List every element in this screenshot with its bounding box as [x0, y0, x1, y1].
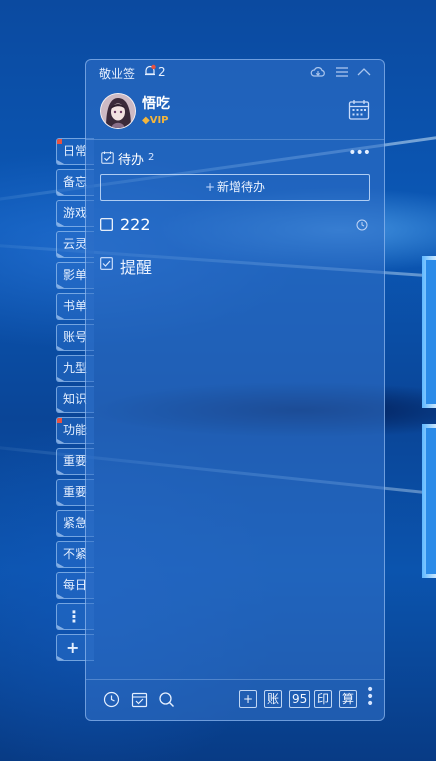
title-bar: 敬业签 2 [86, 60, 384, 86]
bell-icon[interactable] [143, 64, 157, 78]
red-flag-icon [57, 139, 62, 144]
avatar[interactable] [100, 93, 136, 129]
more-vertical-icon[interactable]: • • • [366, 683, 374, 711]
tab-label: 影单 [63, 268, 88, 282]
account-button[interactable]: 账 [264, 690, 283, 708]
checkbox-unchecked[interactable] [100, 218, 113, 231]
cloud-sync-icon[interactable] [310, 65, 326, 79]
todo-item[interactable]: 提醒 [100, 254, 368, 277]
tab-label: 云灵 [63, 237, 88, 251]
user-header: 悟吃 ◆VIP [86, 86, 384, 140]
notification-count: 2 [158, 65, 166, 79]
username: 悟吃 [142, 96, 170, 112]
plus-icon: + [204, 180, 216, 194]
tab-label: 重要 [63, 485, 88, 499]
search-icon[interactable] [158, 691, 175, 708]
vip-label: VIP [149, 115, 169, 126]
tab-label: 知识 [63, 392, 88, 406]
print-button[interactable]: 印 [314, 690, 333, 708]
tab-label: 备忘 [63, 175, 88, 189]
bottom-toolbar: + 账 95 印 算 • • • [86, 679, 384, 720]
checkbox-checked[interactable] [100, 257, 113, 270]
add-todo-button[interactable]: + 新增待办 [100, 174, 370, 201]
vip-badge: ◆VIP [142, 115, 169, 126]
red-flag-icon [57, 418, 62, 423]
app-title: 敬业签 [99, 67, 136, 81]
tab-label: 日常 [63, 144, 88, 158]
tab-label: 账号 [63, 330, 88, 344]
todo-calendar-check-icon [101, 151, 114, 164]
menu-icon[interactable] [334, 65, 350, 79]
calendar-icon[interactable] [348, 99, 370, 121]
todo-item-text: 222 [120, 215, 151, 234]
todo-item-text: 提醒 [120, 258, 153, 277]
number-95-button[interactable]: 95 [289, 690, 311, 708]
tab-label: 每日 [63, 578, 88, 592]
todo-section-header: 待办 2 ••• [101, 145, 371, 168]
more-horizontal-icon[interactable]: ••• [348, 145, 371, 161]
notes-panel: 敬业签 2 悟吃 ◆VIP 待办 2 ••• + 新增待办 222 提醒 + 账… [85, 59, 385, 721]
add-note-button[interactable]: + [239, 690, 257, 708]
todo-count: 2 [148, 152, 155, 163]
tab-label: 重要 [63, 454, 88, 468]
tab-label: 不紧 [63, 547, 88, 561]
windows-logo-pane [422, 256, 436, 408]
avatar-image [101, 94, 135, 128]
plus-icon: + [66, 638, 80, 657]
tab-label: 紧急 [63, 516, 88, 530]
todo-item[interactable]: 222 [100, 215, 368, 237]
add-todo-label: 新增待办 [217, 180, 266, 194]
tab-label: 游戏 [63, 206, 88, 220]
calendar-check-icon[interactable] [131, 691, 148, 708]
tab-label: 书单 [63, 299, 88, 313]
calculator-button[interactable]: 算 [339, 690, 358, 708]
windows-logo-pane [422, 424, 436, 578]
collapse-chevron-up-icon[interactable] [356, 65, 372, 79]
tab-label: 九型 [63, 361, 88, 375]
history-clock-icon[interactable] [103, 691, 120, 708]
diamond-icon: ◆ [142, 115, 150, 126]
todo-title: 待办 [118, 153, 145, 168]
clock-reminder-icon[interactable] [356, 219, 368, 231]
tab-label: 功能 [63, 423, 88, 437]
more-vertical-icon: ⋮ [66, 607, 82, 626]
